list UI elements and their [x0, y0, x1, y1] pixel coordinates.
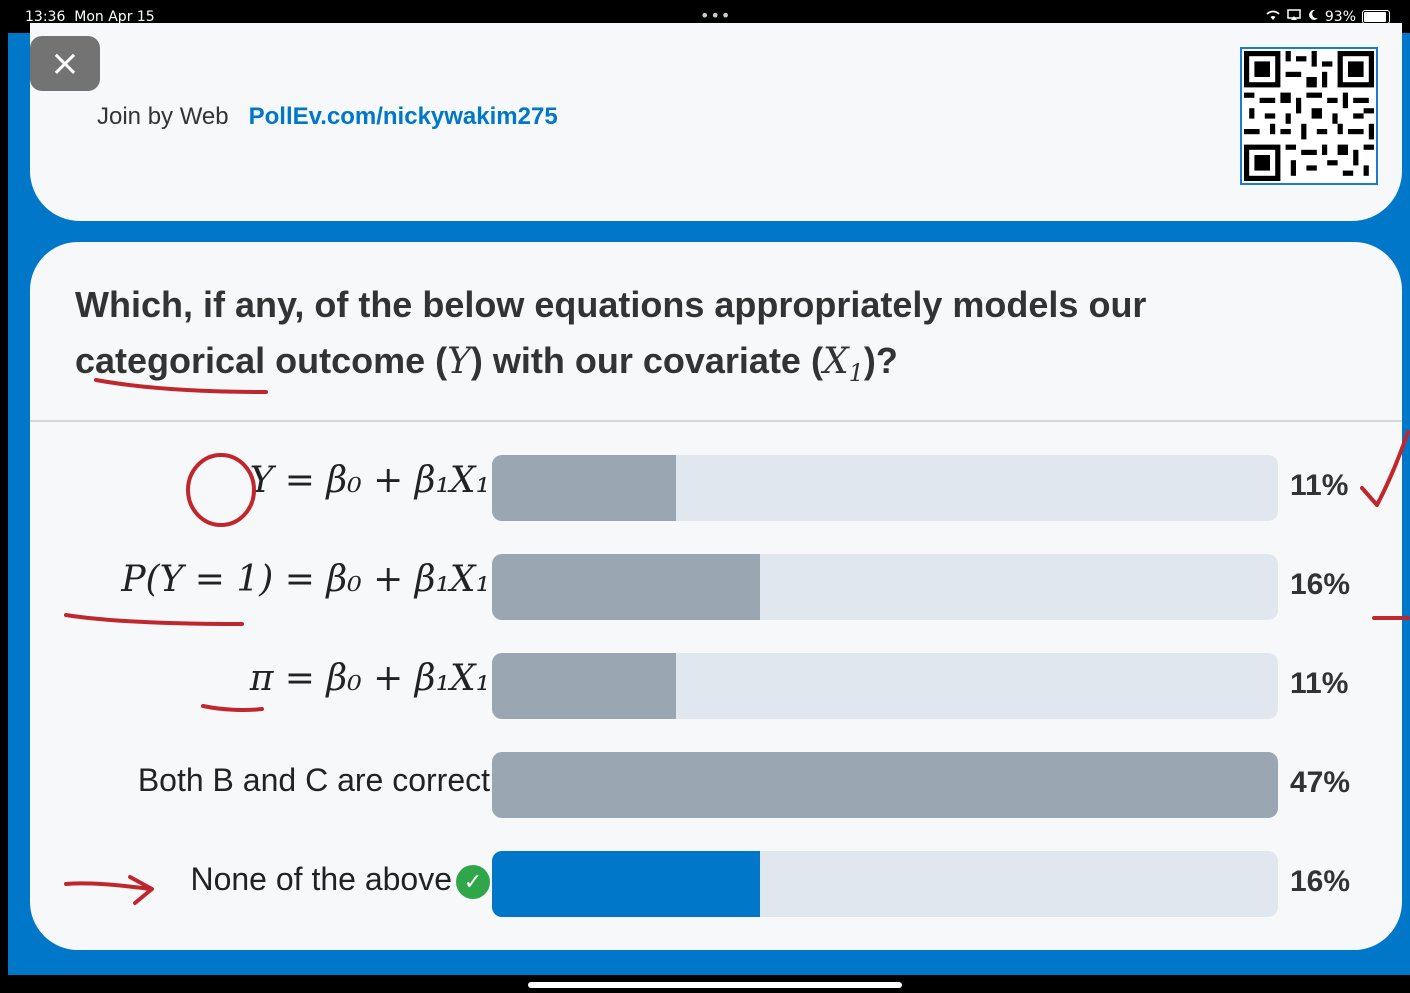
- poll-option-row: None of the above ✓ 16%: [30, 851, 1402, 917]
- join-text: Join by Web: [97, 103, 229, 130]
- option-bar-track: [492, 455, 1278, 521]
- option-percent: 11%: [1290, 667, 1349, 700]
- option-bar-track: [492, 554, 1278, 620]
- join-instructions: Join by Web PollEv.com/nickywakim275: [97, 103, 558, 131]
- question-text-1: Which, if any, of the below equations ap…: [75, 284, 1147, 325]
- option-bar-fill: [492, 554, 760, 620]
- option-bar-track: [492, 851, 1278, 917]
- close-button[interactable]: ×: [30, 36, 100, 91]
- correct-check-icon: ✓: [456, 864, 490, 899]
- question-word-categorical: categorical: [75, 340, 266, 381]
- option-percent: 11%: [1290, 469, 1349, 502]
- poll-stage: Join by Web PollEv.com/nickywakim275 × W…: [8, 23, 1410, 975]
- qr-code: [1240, 47, 1378, 185]
- poll-option-row: Both B and C are correct 47%: [30, 752, 1402, 818]
- option-percent: 16%: [1290, 568, 1351, 601]
- join-url-link[interactable]: PollEv.com/nickywakim275: [249, 103, 558, 130]
- battery-icon: [1362, 10, 1390, 24]
- option-percent: 16%: [1290, 865, 1351, 898]
- option-bar-track: [492, 653, 1278, 719]
- option-bar-fill: [492, 455, 676, 521]
- poll-option-row: π = β₀ + β₁X₁ 11%: [30, 653, 1402, 719]
- option-label: π = β₀ + β₁X₁: [249, 658, 490, 699]
- join-header-card: Join by Web PollEv.com/nickywakim275: [30, 23, 1402, 221]
- poll-card: Which, if any, of the below equations ap…: [30, 242, 1402, 950]
- question-text-3: ) with our covariate (: [470, 340, 823, 381]
- home-indicator[interactable]: [528, 982, 902, 988]
- question-var-y: Y: [447, 341, 471, 382]
- option-bar-track: [492, 752, 1278, 818]
- poll-question: Which, if any, of the below equations ap…: [75, 277, 1255, 401]
- option-label: P(Y = 1) = β₀ + β₁X₁: [121, 559, 490, 600]
- option-label: None of the above ✓: [190, 861, 490, 899]
- poll-option-row: Y = β₀ + β₁X₁ 11%: [30, 455, 1402, 521]
- question-divider: [30, 420, 1402, 422]
- option-label: Y = β₀ + β₁X₁: [249, 460, 490, 501]
- option-label: Both B and C are correct: [137, 762, 490, 798]
- question-var-x: X1: [822, 341, 864, 388]
- question-text-4: )?: [863, 340, 898, 381]
- option-bar-fill: [492, 653, 676, 719]
- option-bar-fill: [492, 851, 760, 917]
- option-percent: 47%: [1290, 766, 1351, 799]
- option-bar-fill: [492, 752, 1278, 818]
- poll-option-row: P(Y = 1) = β₀ + β₁X₁ 16%: [30, 554, 1402, 620]
- question-text-2: outcome (: [275, 340, 448, 381]
